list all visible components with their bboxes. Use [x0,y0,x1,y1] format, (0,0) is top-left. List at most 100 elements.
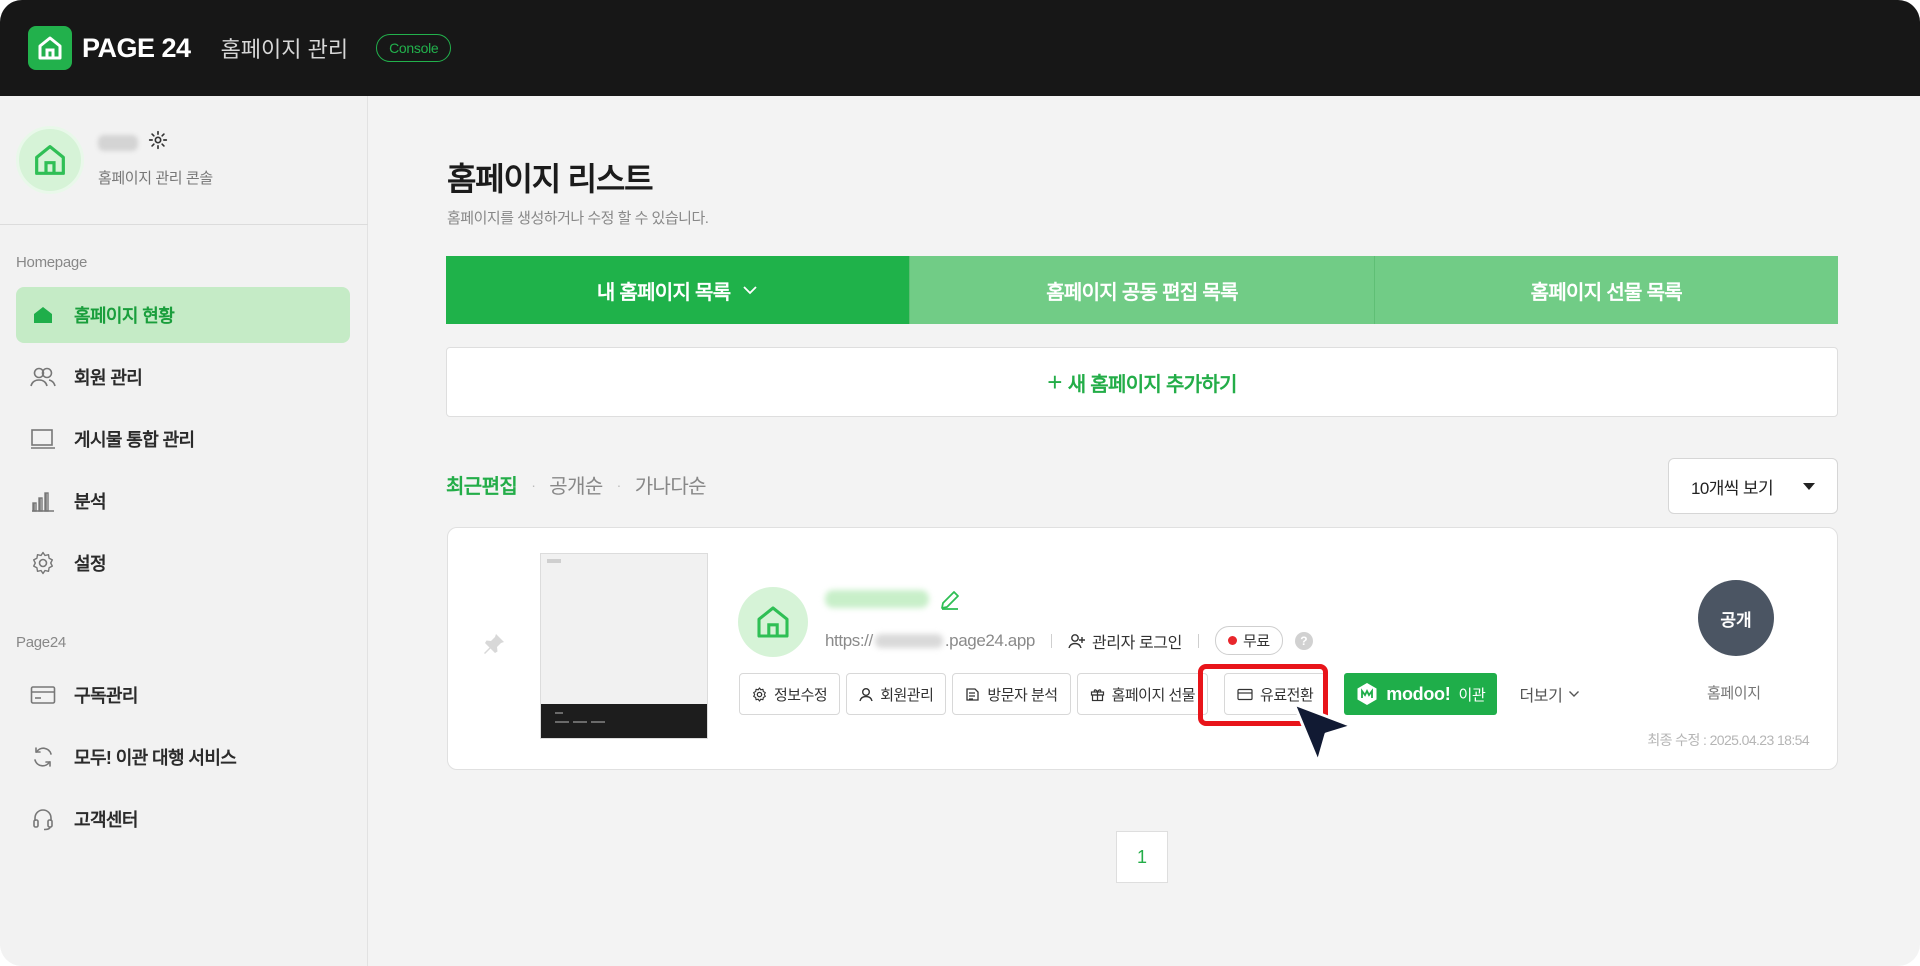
public-toggle-button[interactable]: 공개 [1698,580,1774,656]
modoo-logo-icon [1356,682,1378,706]
sidebar-divider [0,224,368,225]
top-bar: PAGE 24 홈페이지 관리 Console [0,0,1920,96]
sort-separator: · [531,476,536,493]
mouse-cursor-icon [1290,700,1356,771]
modoo-brand: modoo! [1386,683,1451,704]
sidebar-item-label: 분석 [74,492,107,512]
site-url-redacted [874,633,943,648]
plan-badge: 무료 [1214,626,1283,655]
tab-co-edit[interactable]: 홈페이지 공동 편집 목록 [909,256,1374,324]
brand-name[interactable]: PAGE 24 [82,33,191,64]
sidebar-item-homepage-status[interactable]: 홈페이지 현황 [16,287,350,343]
thumbnail-line [555,721,569,723]
last-edit-timestamp: 최종 수정 : 2025.04.23 18:54 [1647,732,1809,748]
gear-icon [752,686,767,702]
sidebar-item-label: 회원 관리 [74,368,143,388]
card-actions: 정보수정 회원관리 방문자 분석 홈페이지 선물 유료전환 modoo! 이관 … [739,673,1580,715]
homepage-card: https:// .page24.app 관리자 로그인 무료 ? 정보수정 회… [447,527,1838,770]
thumbnail-line [591,721,605,723]
visitor-analysis-button[interactable]: 방문자 분석 [952,673,1071,715]
separator [1050,633,1052,648]
sidebar-item-migration[interactable]: 모두! 이관 대행 서비스 [16,729,350,785]
profile-name-redacted [98,134,138,151]
gift-icon [1090,687,1105,702]
logo-icon[interactable] [28,26,72,70]
gear-icon [28,548,58,578]
sidebar-item-label: 홈페이지 현황 [74,306,175,326]
profile-subtitle: 홈페이지 관리 콘솔 [98,170,213,187]
help-icon[interactable]: ? [1294,631,1313,650]
add-homepage-button[interactable]: + 새 홈페이지 추가하기 [446,347,1838,417]
main-content: 홈페이지 리스트 홈페이지를 생성하거나 수정 할 수 있습니다. 내 홈페이지… [369,96,1920,966]
sort-alpha[interactable]: 가나다순 [635,470,707,499]
sidebar-item-posts[interactable]: 게시물 통합 관리 [16,411,350,467]
chevron-down-icon [742,285,758,295]
gear-icon[interactable] [148,130,168,155]
card-icon [28,680,58,710]
thumbnail-header [547,559,561,563]
site-avatar [738,587,808,657]
sort-separator: · [616,476,622,493]
info-edit-button[interactable]: 정보수정 [739,673,841,715]
thumbnail-footer [541,704,707,738]
console-badge: Console [376,34,452,62]
sidebar-item-label: 고객센터 [74,810,138,830]
sidebar-item-label: 게시물 통합 관리 [74,430,195,450]
sidebar-item-label: 구독관리 [74,686,138,706]
sort-options: 최근편집 · 공개순 · 가나다순 [446,470,707,499]
app-frame: PAGE 24 홈페이지 관리 Console 홈페이지 관리 콘솔 Homep… [0,0,1920,966]
sidebar-item-analytics[interactable]: 분석 [16,473,350,529]
refresh-icon [28,742,58,772]
site-url-prefix[interactable]: https:// [825,631,873,651]
list-tabs: 내 홈페이지 목록 홈페이지 공동 편집 목록 홈페이지 선물 목록 [446,256,1838,324]
users-icon [28,362,58,392]
tab-label: 내 홈페이지 목록 [596,281,731,304]
user-plus-icon [1068,633,1086,649]
public-sublabel: 홈페이지 [1707,685,1761,702]
avatar [16,126,84,194]
tab-label: 홈페이지 선물 목록 [1530,281,1683,304]
sidebar-item-settings[interactable]: 설정 [16,535,350,591]
home-icon [28,300,58,330]
sidebar-item-members[interactable]: 회원 관리 [16,349,350,405]
plan-label: 무료 [1242,633,1270,650]
sort-public[interactable]: 공개순 [549,470,603,499]
sidebar-item-subscription[interactable]: 구독관리 [16,667,350,723]
sort-recent[interactable]: 최근편집 [446,470,518,499]
button-label: 정보수정 [774,686,828,704]
admin-login-label: 관리자 로그인 [1091,634,1182,652]
pin-icon[interactable] [481,631,507,662]
per-page-select[interactable]: 10개씩 보기 [1668,458,1838,514]
modoo-migration-button[interactable]: modoo! 이관 [1344,673,1498,715]
modoo-tail: 이관 [1458,686,1486,704]
site-name-redacted [825,590,929,608]
status-dot [1227,636,1237,645]
more-button[interactable]: 더보기 [1519,682,1580,706]
sidebar: 홈페이지 관리 콘솔 Homepage 홈페이지 현황 회원 관리 게시물 통합… [0,96,368,966]
site-url-suffix[interactable]: .page24.app [945,631,1036,651]
site-url-row: https:// .page24.app 관리자 로그인 무료 ? [825,626,1313,655]
button-label: 홈페이지 선물 [1111,686,1196,704]
page-title: 홈페이지 리스트 [447,161,654,197]
separator [1197,633,1199,648]
caret-down-icon [1803,483,1815,490]
tab-label: 홈페이지 공동 편집 목록 [1046,281,1238,304]
thumbnail-line [573,721,587,723]
gift-homepage-button[interactable]: 홈페이지 선물 [1076,673,1209,715]
button-label: 방문자 분석 [987,686,1058,704]
more-label: 더보기 [1519,688,1563,705]
admin-login-link[interactable]: 관리자 로그인 [1068,629,1182,653]
sidebar-item-support[interactable]: 고객센터 [16,791,350,847]
tab-gifts[interactable]: 홈페이지 선물 목록 [1373,256,1838,324]
sidebar-item-label: 설정 [74,554,107,574]
tab-my-homepages[interactable]: 내 홈페이지 목록 [446,256,910,324]
page-subtitle: 홈페이지를 생성하거나 수정 할 수 있습니다. [447,210,709,227]
section-label-homepage: Homepage [16,254,87,271]
members-button[interactable]: 회원관리 [846,673,947,715]
pagination-page[interactable]: 1 [1116,831,1168,883]
homepage-thumbnail[interactable] [540,553,708,739]
user-icon [859,687,873,702]
pencil-icon[interactable] [938,588,962,617]
sidebar-item-label: 모두! 이관 대행 서비스 [74,748,237,768]
monitor-icon [28,424,58,454]
